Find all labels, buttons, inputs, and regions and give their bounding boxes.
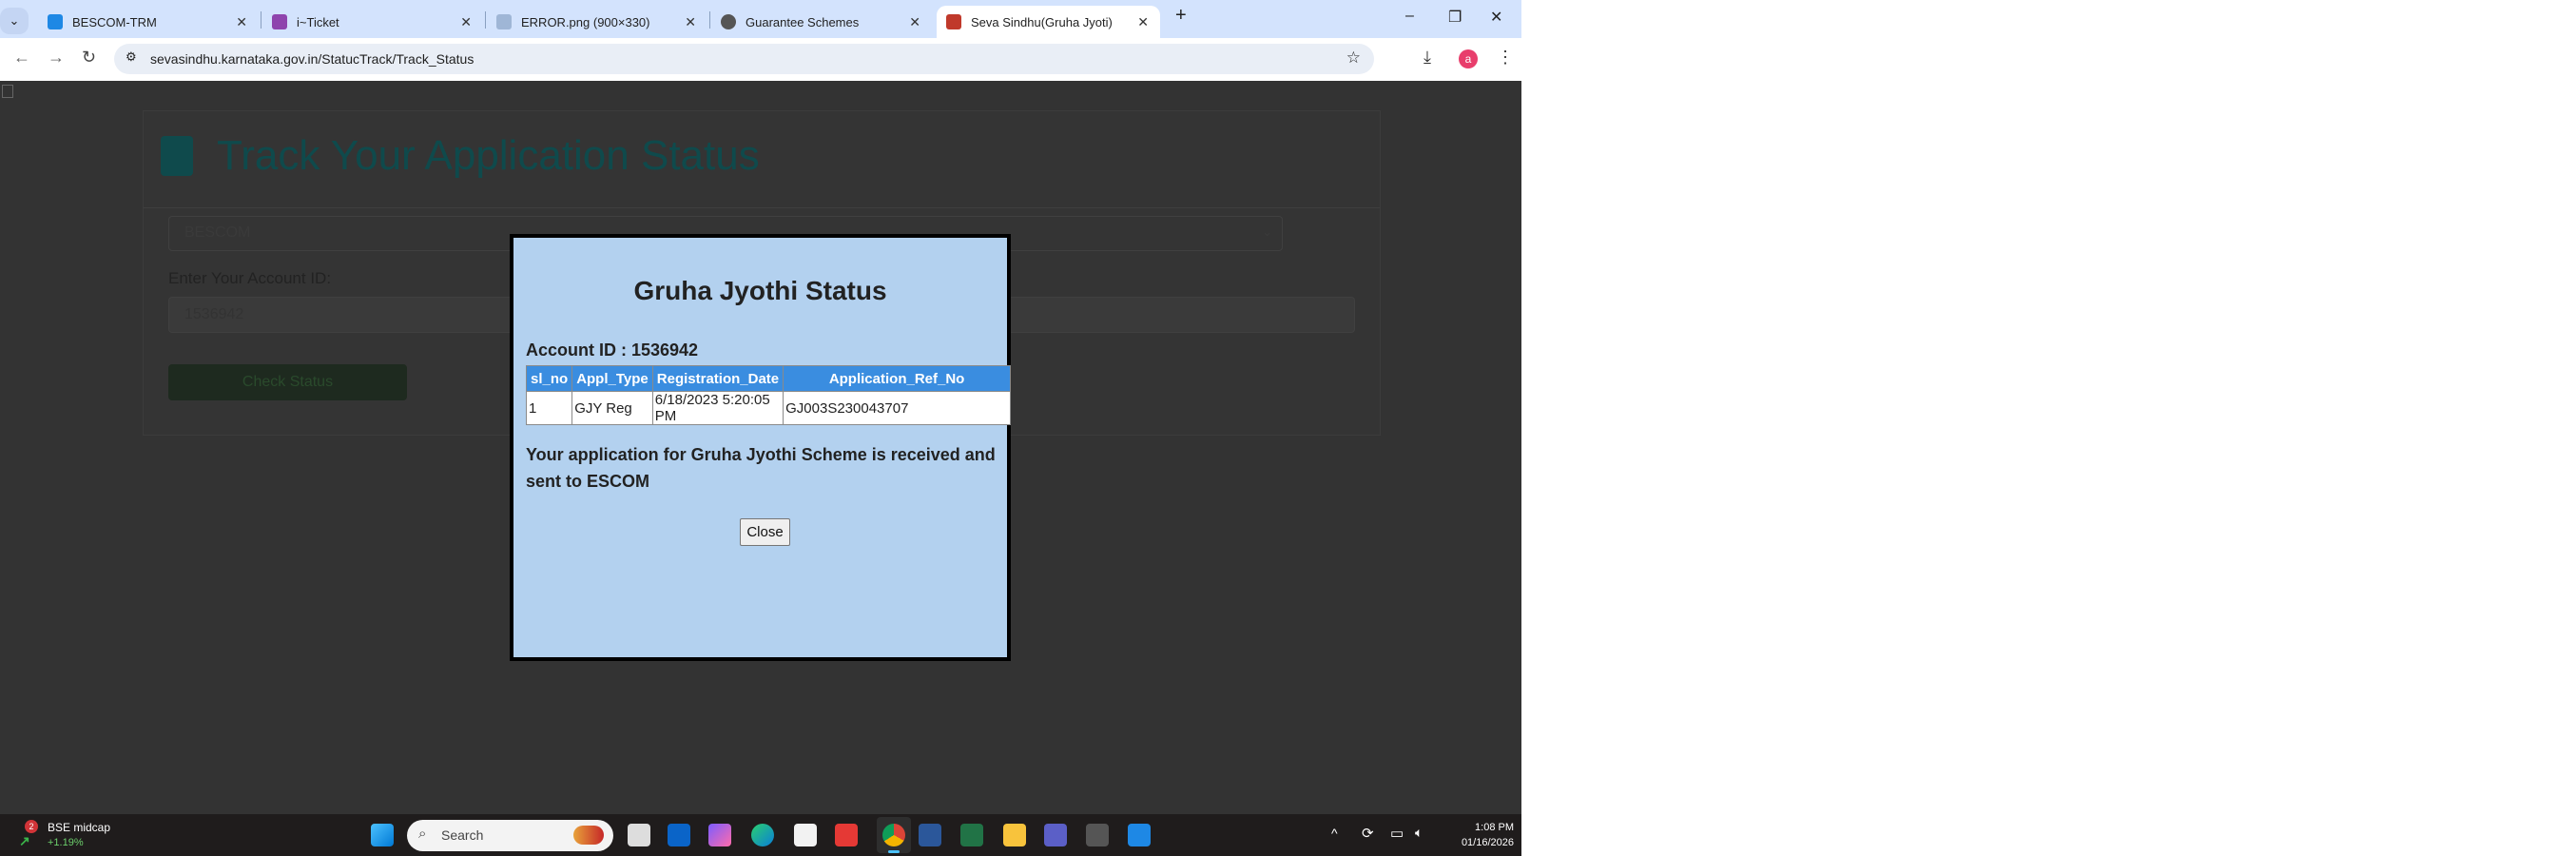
- tab-seva-sindhu[interactable]: Seva Sindhu(Gruha Jyoti) ✕: [937, 6, 1160, 38]
- network-icon[interactable]: ▭: [1390, 825, 1404, 842]
- close-tab-icon[interactable]: ✕: [236, 14, 247, 30]
- anydesk-icon[interactable]: [835, 824, 858, 846]
- search-placeholder: Search: [441, 827, 484, 843]
- table-header-row: sl_no Appl_Type Registration_Date Applic…: [525, 365, 1011, 392]
- widget-badge: 2: [25, 820, 38, 833]
- volume-icon[interactable]: 🔈︎: [1415, 825, 1423, 841]
- widget-change: +1.19%: [48, 837, 84, 848]
- tab-title: ERROR.png (900×330): [521, 14, 650, 29]
- chrome-icon: [882, 824, 905, 846]
- teams-icon[interactable]: [1044, 824, 1067, 846]
- date: 01/16/2026: [1461, 837, 1514, 848]
- column-header: Application_Ref_No: [783, 365, 1011, 392]
- taskbar: 2 ↗ BSE midcap +1.19% ⌕ Search ^ ⟳ ▭ 🔈︎ 1…: [0, 813, 1521, 856]
- table-row: 1 GJY Reg 6/18/2023 5:20:05 PM GJ003S230…: [525, 391, 1011, 425]
- site-settings-icon[interactable]: ⚙: [126, 49, 137, 65]
- close-window-button[interactable]: ✕: [1490, 8, 1502, 27]
- tab-error-png[interactable]: ERROR.png (900×330) ✕: [487, 6, 707, 38]
- url-text: sevasindhu.karnataka.gov.in/StatucTrack/…: [150, 51, 475, 67]
- stock-widget-icon[interactable]: 2 ↗: [19, 820, 40, 848]
- clock[interactable]: 1:08 PM 01/16/2026: [1455, 820, 1514, 850]
- tab-bescom-trm[interactable]: BESCOM-TRM ✕: [38, 6, 259, 38]
- tab-title: BESCOM-TRM: [72, 14, 157, 29]
- tab-title: i~Ticket: [297, 14, 339, 29]
- dialog-title: Gruha Jyothi Status: [633, 276, 887, 305]
- tab-divider: [485, 11, 486, 29]
- show-hidden-icons[interactable]: ^: [1331, 826, 1338, 841]
- cell-sl-no: 1: [525, 391, 573, 425]
- close-tab-icon[interactable]: ✕: [685, 14, 696, 30]
- windows-start-icon[interactable]: [371, 824, 394, 846]
- check-status-button[interactable]: Check Status: [168, 364, 407, 400]
- edge-icon[interactable]: [751, 824, 774, 846]
- tab-title: Guarantee Schemes: [746, 14, 860, 29]
- column-header: Appl_Type: [571, 365, 653, 392]
- reload-button[interactable]: ↻: [82, 48, 96, 68]
- word-icon[interactable]: [919, 824, 941, 846]
- time: 1:08 PM: [1475, 822, 1514, 833]
- tab-favicon-icon: [496, 14, 512, 29]
- search-highlight-icon: [573, 826, 604, 845]
- book-icon: [161, 136, 193, 176]
- profile-avatar[interactable]: a: [1459, 49, 1478, 68]
- tab-bar: ⌄ BESCOM-TRM ✕ i~Ticket ✕ ERROR.png (900×3…: [0, 0, 1521, 38]
- browser-toolbar: ← → ↻ ⚙ sevasindhu.karnataka.gov.in/Stat…: [0, 38, 1521, 81]
- tab-favicon-icon: [946, 14, 961, 29]
- app-icon[interactable]: [1128, 824, 1151, 846]
- task-view-icon[interactable]: [628, 824, 650, 846]
- tab-guarantee-schemes[interactable]: Guarantee Schemes ✕: [711, 6, 932, 38]
- page-title: Track Your Application Status: [217, 132, 760, 179]
- globe-icon: [721, 14, 736, 29]
- copilot-icon[interactable]: [708, 824, 731, 846]
- status-dialog: Gruha Jyothi Status Account ID : 1536942…: [510, 234, 1011, 661]
- sync-icon[interactable]: ⟳: [1362, 825, 1374, 842]
- account-id-label: Enter Your Account ID:: [168, 269, 332, 287]
- minimize-button[interactable]: –: [1405, 8, 1414, 25]
- column-header: Registration_Date: [651, 365, 784, 392]
- download-icon[interactable]: ⤓: [1424, 48, 1431, 68]
- chevron-down-icon: ⌄: [1262, 224, 1272, 239]
- card-header: Track Your Application Status: [144, 111, 1380, 208]
- close-button[interactable]: Close: [740, 518, 790, 546]
- tab-divider: [709, 11, 710, 29]
- cell-application-ref-no: GJ003S230043707: [783, 391, 1011, 425]
- forward-button[interactable]: →: [48, 48, 65, 68]
- back-button[interactable]: ←: [13, 48, 30, 68]
- file-explorer-icon[interactable]: [1003, 824, 1026, 846]
- tab-title: Seva Sindhu(Gruha Jyoti): [971, 14, 1113, 29]
- calculator-icon[interactable]: [1086, 824, 1109, 846]
- bookmark-star-icon[interactable]: ☆: [1346, 49, 1361, 68]
- tab-search-button[interactable]: ⌄: [0, 8, 29, 34]
- cell-registration-date: 6/18/2023 5:20:05 PM: [651, 391, 784, 425]
- close-tab-icon[interactable]: ✕: [1137, 14, 1149, 30]
- menu-icon[interactable]: ⋮: [1497, 48, 1514, 68]
- microsoft-store-icon[interactable]: [794, 824, 817, 846]
- status-message: Your application for Gruha Jyothi Scheme…: [526, 445, 996, 491]
- excel-icon[interactable]: [960, 824, 983, 846]
- account-id-line: Account ID : 1536942: [526, 340, 699, 360]
- escom-select-value: BESCOM: [184, 224, 251, 241]
- chrome-taskbar-button[interactable]: [877, 817, 911, 853]
- new-tab-button[interactable]: +: [1175, 5, 1187, 27]
- taskbar-search[interactable]: ⌕ Search: [407, 820, 613, 851]
- cell-appl-type: GJY Reg: [571, 391, 653, 425]
- tab-favicon-icon: [272, 14, 287, 29]
- broken-image-icon: [2, 85, 13, 98]
- address-bar[interactable]: ⚙ sevasindhu.karnataka.gov.in/StatucTrac…: [114, 44, 1374, 74]
- widget-name[interactable]: BSE midcap: [48, 821, 110, 834]
- screen: ⌄ BESCOM-TRM ✕ i~Ticket ✕ ERROR.png (900×3…: [0, 0, 1521, 856]
- restore-button[interactable]: ❐: [1448, 8, 1462, 27]
- outlook-icon[interactable]: [668, 824, 690, 846]
- column-header: sl_no: [525, 365, 573, 392]
- tab-i-ticket[interactable]: i~Ticket ✕: [262, 6, 483, 38]
- status-table: sl_no Appl_Type Registration_Date Applic…: [525, 365, 1011, 425]
- close-tab-icon[interactable]: ✕: [460, 14, 472, 30]
- close-tab-icon[interactable]: ✕: [909, 14, 920, 30]
- tab-favicon-icon: [48, 14, 63, 29]
- search-icon: ⌕: [418, 826, 427, 842]
